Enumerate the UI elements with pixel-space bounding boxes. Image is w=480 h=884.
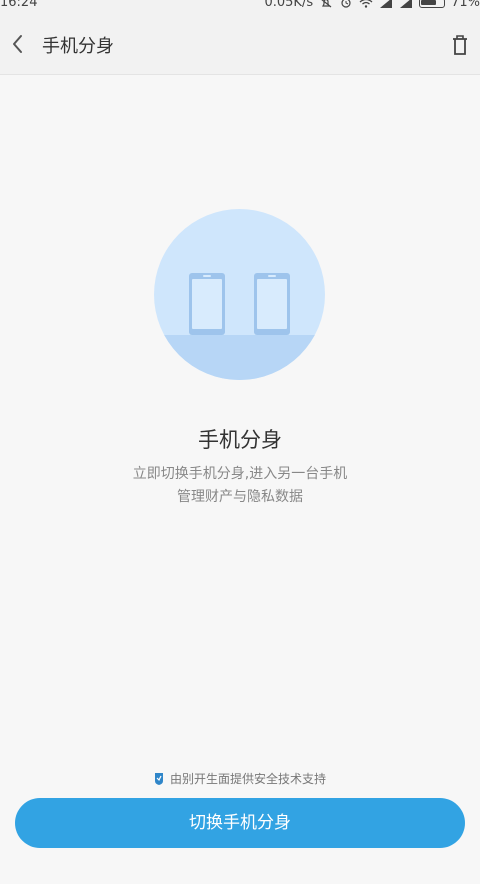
title-bar: 手机分身 xyxy=(0,14,480,75)
signal-icon xyxy=(380,0,393,8)
net-speed: 0.05K/s xyxy=(264,0,314,10)
security-note-text: 由别开生面提供安全技术支持 xyxy=(169,772,326,786)
feature-heading: 手机分身 xyxy=(198,428,282,452)
shield-icon xyxy=(154,772,163,785)
page-title: 手机分身 xyxy=(42,36,114,57)
signal-icon xyxy=(400,0,413,8)
wifi-icon xyxy=(359,0,373,8)
status-bar: 16:24 0.05K/s 71% xyxy=(0,0,480,14)
status-time: 16:24 xyxy=(0,0,38,10)
alarm-icon xyxy=(341,0,351,8)
security-note: 由别开生面提供安全技术支持 xyxy=(0,770,480,787)
back-arrow-icon[interactable] xyxy=(8,32,28,56)
phone-illustration-right xyxy=(254,273,290,335)
status-right: 0.05K/s 71% xyxy=(264,0,480,9)
battery-icon xyxy=(419,0,446,8)
switch-clone-button[interactable]: 切换手机分身 xyxy=(15,798,465,848)
mute-icon xyxy=(321,0,332,8)
description-line-2: 管理财产与隐私数据 xyxy=(177,489,303,505)
illustration-floor xyxy=(154,335,325,380)
battery-level: 71% xyxy=(451,0,480,10)
feature-description: 立即切换手机分身,进入另一台手机 管理财产与隐私数据 xyxy=(0,463,480,509)
description-line-1: 立即切换手机分身,进入另一台手机 xyxy=(132,466,348,482)
phone-illustration-left xyxy=(189,273,225,335)
two-phones-illustration xyxy=(154,209,325,380)
trash-icon[interactable] xyxy=(450,34,470,56)
